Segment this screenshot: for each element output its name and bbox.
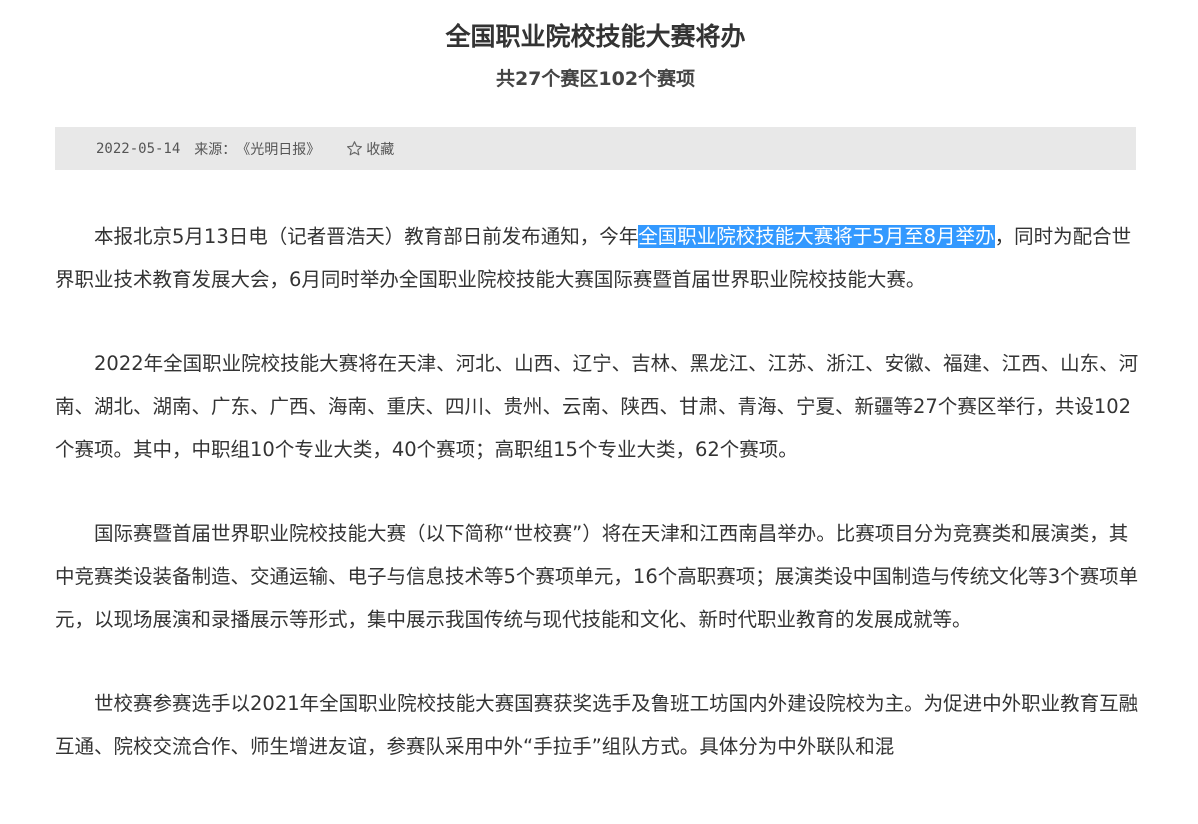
publish-date: 2022-05-14	[96, 140, 181, 157]
source-label: 来源：	[194, 141, 237, 158]
paragraph: 世校赛参赛选手以2021年全国职业院校技能大赛国赛获奖选手及鲁班工坊国内外建设院…	[55, 692, 1139, 758]
favorite-button[interactable]: 收藏	[346, 139, 394, 159]
article-body: 本报北京5月13日电（记者晋浩天）教育部日前发布通知，今年全国职业院校技能大赛将…	[55, 215, 1145, 809]
source-name: 《光明日报》	[236, 141, 321, 158]
article: 全国职业院校技能大赛将办 共27个赛区102个赛项 2022-05-14 来源：…	[55, 0, 1138, 758]
paragraph: 2022年全国职业院校技能大赛将在天津、河北、山西、辽宁、吉林、黑龙江、江苏、浙…	[55, 352, 1139, 461]
paragraph: 本报北京5月13日电（记者晋浩天）教育部日前发布通知，今年全国职业院校技能大赛将…	[55, 215, 1145, 301]
article-meta-bar: 2022-05-14 来源： 《光明日报》 收藏	[55, 127, 1136, 170]
article-title: 全国职业院校技能大赛将办	[445, 22, 746, 51]
article-subtitle: 共27个赛区102个赛项	[495, 68, 696, 90]
paragraph-text: 本报北京5月13日电（记者晋浩天）教育部日前发布通知，今年	[94, 225, 639, 248]
paragraph: 国际赛暨首届世界职业院校技能大赛（以下简称“世校赛”）将在天津和江西南昌举办。比…	[55, 522, 1139, 631]
selected-text[interactable]: 全国职业院校技能大赛将于5月至8月举办	[638, 225, 995, 248]
favorite-label: 收藏	[366, 141, 395, 158]
star-outline-icon	[347, 141, 363, 156]
